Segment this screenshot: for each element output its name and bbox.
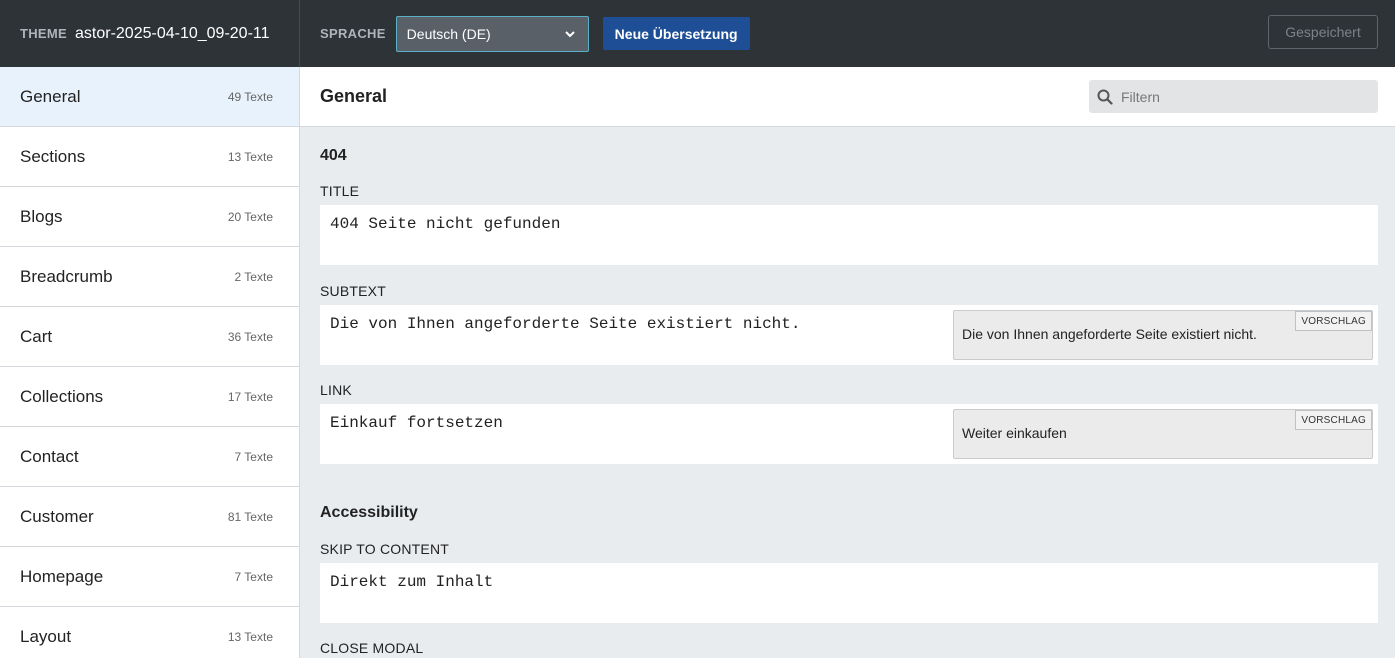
main-header: General [300,67,1395,127]
sidebar-item-count: 81 Texte [227,509,273,524]
sidebar-item-label: Layout [20,626,72,646]
suggestion-badge: VORSCHLAG [1295,410,1372,430]
filter-box[interactable] [1089,80,1378,113]
sidebar-item-blogs[interactable]: Blogs 20 Texte [0,187,299,247]
sidebar-item-cart[interactable]: Cart 36 Texte [0,307,299,367]
field-label-close-modal: CLOSE MODAL [320,640,424,656]
chevron-down-icon [564,30,575,37]
sidebar-item-count: 49 Texte [227,89,273,104]
sidebar-item-customer[interactable]: Customer 81 Texte [0,487,299,547]
field-input-subtext[interactable]: Die von Ihnen angeforderte Seite existie… [320,305,1378,365]
top-bar: THEME astor-2025-04-10_09-20-11 SPRACHE … [0,0,1395,67]
sidebar-item-label: Cart [20,326,53,346]
field-label-skip-to-content: SKIP TO CONTENT [320,541,450,557]
sidebar-item-count: 2 Texte [234,269,273,284]
language-controls: SPRACHE Deutsch (DE) Neue Übersetzung [320,0,750,67]
saved-button[interactable]: Gespeichert [1268,15,1378,49]
sidebar-item-count: 7 Texte [234,449,273,464]
suggestion-box[interactable]: Die von Ihnen angeforderte Seite existie… [953,310,1373,360]
language-label: SPRACHE [320,26,386,41]
sidebar-item-label: Sections [20,146,86,166]
section-title-404: 404 [320,147,347,164]
field-label-subtext: SUBTEXT [320,283,386,299]
sidebar-item-contact[interactable]: Contact 7 Texte [0,427,299,487]
translation-content: 404 TITLE 404 Seite nicht gefunden SUBTE… [300,127,1395,658]
language-selected-value: Deutsch (DE) [406,25,491,42]
sidebar-item-label: Customer [20,506,94,526]
theme-name: astor-2025-04-10_09-20-11 [75,24,270,42]
sidebar-item-label: General [20,86,81,106]
field-value: 404 Seite nicht gefunden [330,215,561,233]
field-label-link: LINK [320,382,352,398]
sidebar-item-count: 13 Texte [227,629,273,644]
sidebar: General 49 Texte Sections 13 Texte Blogs… [0,67,300,658]
sidebar-item-count: 17 Texte [227,389,273,404]
search-icon [1097,89,1113,105]
page-title: General [320,86,388,106]
language-select[interactable]: Deutsch (DE) [395,15,589,52]
field-input-title[interactable]: 404 Seite nicht gefunden [320,205,1378,265]
new-translation-button[interactable]: Neue Übersetzung [602,17,750,50]
sidebar-item-breadcrumb[interactable]: Breadcrumb 2 Texte [0,247,299,307]
filter-input[interactable] [1121,88,1361,105]
suggestion-badge: VORSCHLAG [1295,311,1372,331]
sidebar-item-count: 20 Texte [227,209,273,224]
sidebar-item-count: 13 Texte [227,149,273,164]
suggestion-box[interactable]: Weiter einkaufen VORSCHLAG [953,409,1373,459]
sidebar-item-homepage[interactable]: Homepage 7 Texte [0,547,299,607]
sidebar-item-label: Breadcrumb [20,266,113,286]
theme-info: THEME astor-2025-04-10_09-20-11 [0,0,300,67]
section-title-accessibility: Accessibility [320,504,418,521]
field-label-title: TITLE [320,183,360,199]
suggestion-text: Die von Ihnen angeforderte Seite existie… [962,326,1257,342]
suggestion-text: Weiter einkaufen [962,425,1067,441]
sidebar-item-label: Homepage [20,566,104,586]
field-value: Direkt zum Inhalt [330,573,494,591]
sidebar-item-label: Contact [20,446,79,466]
sidebar-item-general[interactable]: General 49 Texte [0,67,299,127]
sidebar-item-collections[interactable]: Collections 17 Texte [0,367,299,427]
sidebar-item-layout[interactable]: Layout 13 Texte [0,607,299,658]
sidebar-item-count: 7 Texte [234,569,273,584]
field-value: Einkauf fortsetzen [330,414,503,432]
sidebar-item-label: Collections [20,386,104,406]
field-input-skip-to-content[interactable]: Direkt zum Inhalt [320,563,1378,623]
field-value: Die von Ihnen angeforderte Seite existie… [330,315,801,333]
sidebar-item-sections[interactable]: Sections 13 Texte [0,127,299,187]
sidebar-item-label: Blogs [20,206,63,226]
sidebar-item-count: 36 Texte [227,329,273,344]
theme-label: THEME [20,26,67,41]
field-input-link[interactable]: Einkauf fortsetzen Weiter einkaufen VORS… [320,404,1378,464]
